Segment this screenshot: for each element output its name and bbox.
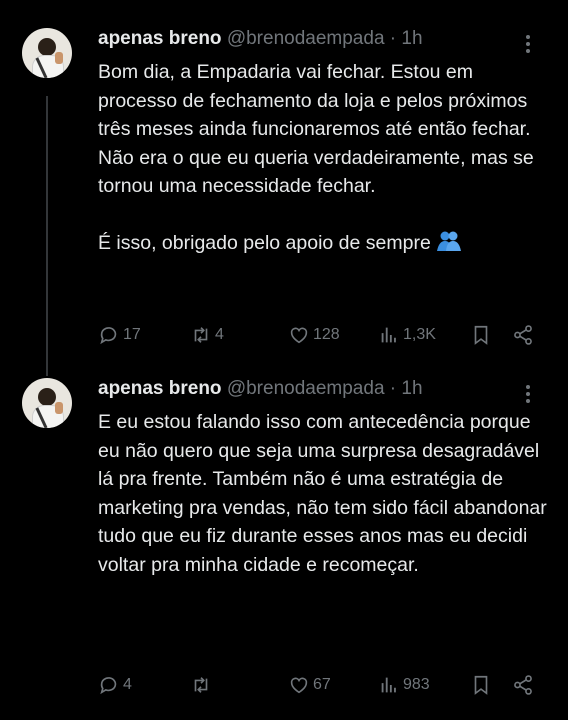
tweet-header: apenas breno @brenodaempada · 1h [98,378,423,399]
bookmark-icon [474,325,488,345]
share-icon [514,325,532,345]
tweet-1[interactable]: apenas breno @brenodaempada · 1h Bom dia… [0,0,568,376]
like-count: 67 [313,676,331,693]
repost-count: 4 [215,326,224,343]
tweet-2[interactable]: apenas breno @brenodaempada · 1h E eu es… [0,370,568,720]
share-button[interactable] [512,672,534,698]
more-icon[interactable] [526,382,530,406]
display-name[interactable]: apenas breno [98,378,222,399]
timestamp[interactable]: 1h [401,378,422,399]
reply-count: 17 [123,326,141,343]
repost-button[interactable] [190,672,215,698]
user-handle[interactable]: @brenodaempada [227,378,385,399]
tweet-text-body: Bom dia, a Empadaria vai fechar. Estou e… [98,61,534,254]
thread-line [46,96,48,376]
views-button[interactable]: 1,3K [378,322,436,348]
reply-icon [100,677,117,695]
tweet-text: Bom dia, a Empadaria vai fechar. Estou e… [98,58,548,261]
tweet-actions: 17 4 128 1,3K [98,322,548,348]
timestamp[interactable]: 1h [401,28,422,49]
reply-count: 4 [123,676,132,693]
bookmark-button[interactable] [470,322,492,348]
avatar[interactable] [22,28,72,78]
like-button[interactable]: 128 [288,322,340,348]
repost-icon [194,677,208,693]
tweet-header: apenas breno @brenodaempada · 1h [98,28,423,49]
tweet-text: E eu estou falando isso com antecedência… [98,411,547,576]
like-icon [290,677,308,694]
more-icon[interactable] [526,32,530,56]
views-count: 983 [403,676,430,693]
views-icon [381,677,396,693]
repost-icon [194,327,208,343]
like-button[interactable]: 67 [288,672,331,698]
like-count: 128 [313,326,340,343]
reply-icon [100,327,117,345]
people-hugging-emoji [436,230,462,261]
reply-button[interactable]: 17 [98,322,141,348]
views-button[interactable]: 983 [378,672,430,698]
bookmark-icon [474,675,488,695]
repost-button[interactable]: 4 [190,322,224,348]
user-handle[interactable]: @brenodaempada [227,28,385,49]
reply-button[interactable]: 4 [98,672,132,698]
tweet-actions: 4 67 983 [98,672,548,698]
share-icon [514,675,532,695]
views-icon [381,327,396,343]
avatar[interactable] [22,378,72,428]
views-count: 1,3K [403,326,436,343]
like-icon [290,327,308,344]
share-button[interactable] [512,322,534,348]
bookmark-button[interactable] [470,672,492,698]
display-name[interactable]: apenas breno [98,28,222,49]
